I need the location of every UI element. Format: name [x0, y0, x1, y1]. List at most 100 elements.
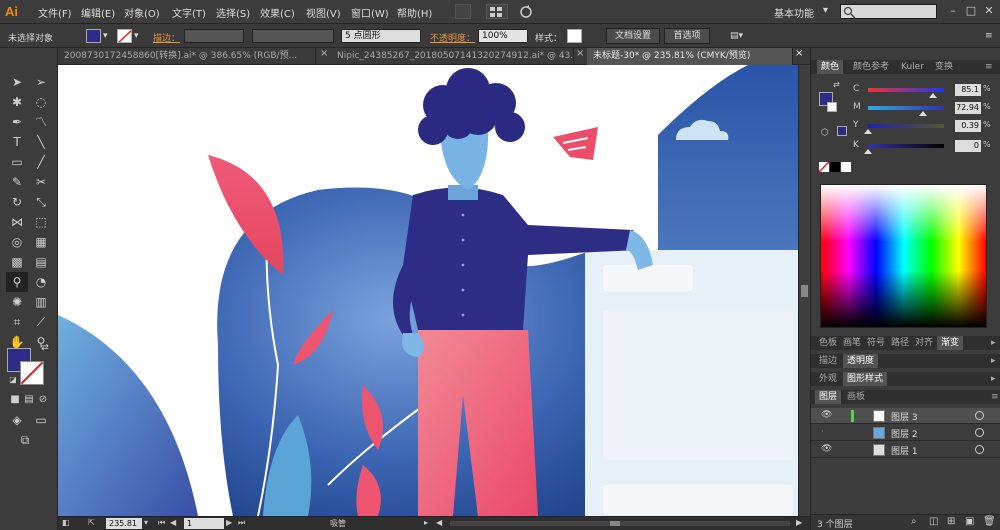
curvature-tool-icon[interactable]: 〽 [30, 112, 52, 132]
layer-row[interactable]: · 图层 2 [811, 425, 1000, 441]
cyan-slider-knob[interactable] [928, 93, 937, 98]
color-spectrum[interactable] [820, 184, 987, 328]
scroll-right-icon[interactable]: ▶ [796, 518, 802, 527]
close-icon[interactable]: × [795, 48, 803, 59]
swap-colors-icon[interactable]: ⇄ [34, 338, 56, 358]
variable-width-dropdown[interactable] [252, 29, 334, 43]
shape-builder-tool-icon[interactable]: ◎ [6, 232, 28, 252]
cyan-value[interactable]: 85.1 [955, 84, 981, 96]
target-circle-icon[interactable] [975, 445, 984, 454]
panel-menu-icon[interactable]: ≡ [987, 390, 1000, 404]
blend-tool-icon[interactable]: ◔ [30, 272, 52, 292]
delete-layer-icon[interactable]: 🗑 [983, 516, 996, 527]
horizontal-scrollbar[interactable] [450, 521, 790, 526]
vertical-scrollbar[interactable] [798, 65, 810, 516]
black-slider[interactable] [868, 144, 944, 148]
default-colors-icon[interactable]: ◪ [2, 370, 24, 390]
menu-select[interactable]: 选择(S) [216, 5, 250, 20]
magenta-slider-knob[interactable] [919, 111, 928, 116]
arrange-documents-button[interactable] [486, 4, 508, 19]
magenta-value[interactable]: 72.94 [955, 102, 981, 114]
stroke-color-chip[interactable] [827, 102, 837, 112]
yellow-slider[interactable] [868, 124, 944, 128]
workspace-switcher[interactable]: 基本功能 [774, 5, 814, 20]
new-layer-icon[interactable]: ▣ [965, 516, 974, 527]
panel-menu-icon[interactable]: ≡ [981, 60, 997, 74]
zoom-field[interactable]: 235.81 [106, 518, 142, 529]
tab-document-1[interactable]: 20087301724588​60[转换].ai* @ 386.65% (RGB… [58, 48, 316, 65]
stroke-dropdown-icon[interactable]: ▾ [134, 31, 139, 41]
sync-icon[interactable] [518, 4, 534, 19]
yellow-slider-knob[interactable] [864, 129, 873, 134]
bridge-button[interactable] [455, 4, 471, 19]
tab-layers[interactable]: 图层 [815, 390, 842, 404]
stroke-swatch[interactable] [117, 29, 132, 43]
search-input[interactable] [840, 4, 937, 19]
next-artboard-icon[interactable]: ▶ [226, 518, 232, 527]
menu-effect[interactable]: 效果(C) [260, 5, 295, 20]
artboard-navigator-icon[interactable]: ◧ [62, 518, 70, 527]
layer-name[interactable]: 图层 2 [891, 427, 918, 440]
tab-gradient[interactable]: 渐变 [937, 336, 964, 350]
visibility-eye-icon[interactable]: 👁 [821, 444, 832, 454]
close-icon[interactable]: × [320, 48, 328, 59]
visibility-eye-icon[interactable]: 👁 [821, 410, 832, 420]
slice-tool-icon[interactable]: ⟋ [30, 312, 52, 332]
clipping-mask-icon[interactable]: ◫ [929, 516, 938, 527]
scroll-thumb[interactable] [801, 285, 808, 297]
artboard-number-field[interactable]: 1 [184, 518, 224, 529]
tab-symbols[interactable]: 符号 [863, 336, 889, 350]
black-value[interactable]: 0 [955, 140, 981, 152]
scissors-tool-icon[interactable]: ✂ [30, 172, 52, 192]
layer-name[interactable]: 图层 1 [891, 444, 918, 457]
collapse-icon[interactable]: ▸ [987, 354, 1000, 368]
tab-stroke[interactable]: 描边 [815, 354, 841, 368]
type-tool-icon[interactable]: T [6, 132, 28, 152]
visibility-eye-icon[interactable]: · [821, 427, 824, 437]
gamut-color-chip[interactable] [837, 126, 847, 136]
tab-swatches[interactable]: 色板 [815, 336, 841, 350]
eyedropper-tool-icon[interactable]: ⚲ [6, 272, 28, 292]
black-slider-knob[interactable] [864, 149, 872, 154]
scroll-left-icon[interactable]: ◀ [436, 518, 442, 527]
tab-artboards[interactable]: 画板 [843, 390, 869, 404]
opacity-field[interactable]: 100% [478, 29, 528, 43]
line-tool-icon[interactable]: ╲ [30, 132, 52, 152]
export-icon[interactable]: ⇱ [88, 518, 95, 527]
tab-brushes[interactable]: 画笔 [839, 336, 865, 350]
status-menu-icon[interactable]: ▸ [424, 518, 428, 527]
layer-row[interactable]: 👁 图层 3 [811, 408, 1000, 424]
free-transform-tool-icon[interactable]: ⬚ [30, 212, 52, 232]
scroll-thumb[interactable] [610, 521, 620, 526]
width-tool-icon[interactable]: ⋈ [6, 212, 28, 232]
screen-mode-icon[interactable]: ▭ [30, 410, 52, 430]
column-graph-tool-icon[interactable]: ▥ [30, 292, 52, 312]
zoom-dropdown-icon[interactable]: ▾ [144, 518, 148, 527]
opacity-label[interactable]: 不透明度： [430, 31, 475, 44]
tab-transparency[interactable]: 透明度 [843, 354, 879, 368]
mesh-tool-icon[interactable]: ▩ [6, 252, 28, 272]
symbol-sprayer-tool-icon[interactable]: ✺ [6, 292, 28, 312]
target-circle-icon[interactable] [975, 411, 984, 420]
menu-view[interactable]: 视图(V) [306, 5, 341, 20]
artboard-tool-icon[interactable]: ⌗ [6, 312, 28, 332]
drawing-mode-icon[interactable]: ◈ [6, 410, 28, 430]
tab-pathfinder[interactable]: 路径 [887, 336, 913, 350]
swap-colors-icon[interactable]: ⇄ [833, 80, 840, 89]
first-artboard-icon[interactable]: ⏮ [158, 518, 165, 528]
cyan-slider[interactable] [868, 88, 944, 92]
tab-align[interactable]: 对齐 [911, 336, 937, 350]
tab-color-guide[interactable]: 颜色参考 [849, 60, 893, 74]
minimize-icon[interactable]: – [946, 4, 960, 18]
perspective-grid-tool-icon[interactable]: ▦ [30, 232, 52, 252]
tab-kuler[interactable]: Kuler [897, 60, 928, 74]
black-color-chip[interactable] [830, 162, 840, 172]
menu-object[interactable]: 对象(O) [124, 5, 160, 20]
menu-edit[interactable]: 编辑(E) [81, 5, 115, 20]
change-screen-mode-icon[interactable]: ⧉ [14, 430, 36, 450]
tab-transform[interactable]: 变换 [931, 60, 957, 74]
gradient-tool-icon[interactable]: ▤ [30, 252, 52, 272]
new-sublayer-icon[interactable]: ⊞ [947, 516, 955, 527]
last-artboard-icon[interactable]: ⏭ [238, 518, 245, 528]
tab-appearance[interactable]: 外观 [815, 372, 841, 386]
